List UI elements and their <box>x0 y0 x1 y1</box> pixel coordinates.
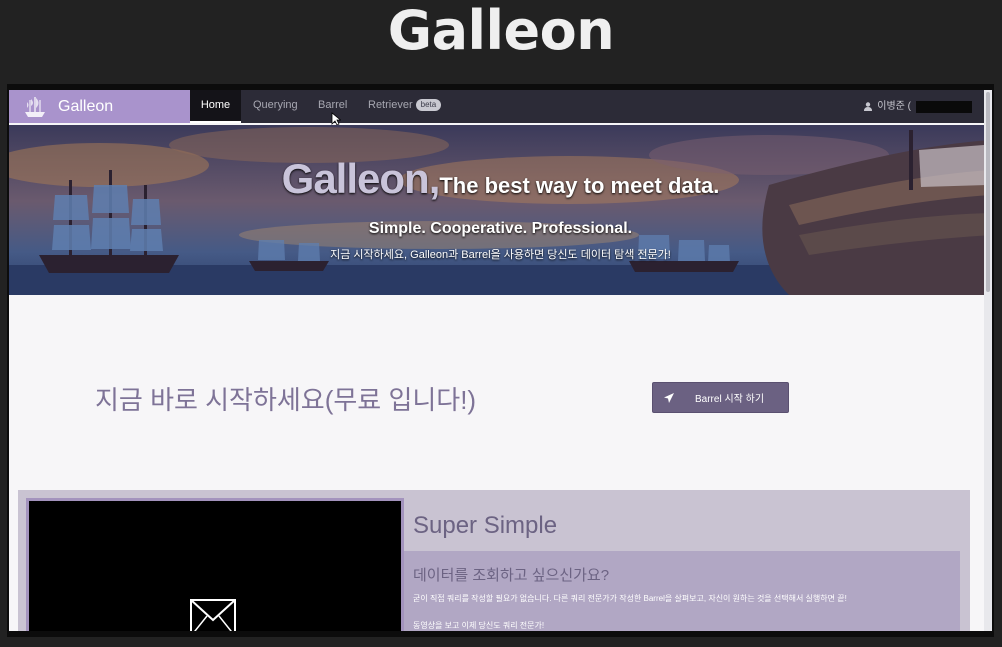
hero-tagline: The best way to meet data. <box>439 173 720 198</box>
nav-retriever[interactable]: Retriever beta <box>368 90 442 123</box>
scrollbar[interactable] <box>984 90 992 631</box>
feature-description: 굳이 직접 쿼리를 작성할 필요가 없습니다. 다른 쿼리 전문가가 작성한 B… <box>413 594 847 603</box>
browser-viewport: Galleon Home Querying Barrel Retriever be… <box>9 90 992 631</box>
start-barrel-button[interactable]: Barrel 시작 하기 <box>652 382 789 413</box>
feature-more-text: 동영상을 보고 이제 당신도 쿼리 전문가! <box>413 621 545 630</box>
feature-section: Super Simple 데이터를 조회하고 싶으신가요? 굳이 직접 쿼리를 … <box>18 490 970 631</box>
cta-heading: 지금 바로 시작하세요(무료 입니다!) <box>95 385 477 415</box>
hero-description: 지금 시작하세요, Galleon과 Barrel을 사용하면 당신도 데이터 … <box>330 249 671 261</box>
user-menu[interactable]: 이병준 ( <box>864 90 972 123</box>
hero-headline: Galleon,The best way to meet data. <box>9 155 992 203</box>
feature-panel: 데이터를 조회하고 싶으신가요? 굳이 직접 쿼리를 작성할 필요가 없습니다.… <box>404 551 960 631</box>
start-barrel-button-label: Barrel 시작 하기 <box>695 394 765 405</box>
nav-querying[interactable]: Querying <box>253 90 298 123</box>
galleon-ship-logo-icon <box>25 96 45 117</box>
video-placeholder-icon <box>190 599 236 631</box>
top-navbar: Galleon Home Querying Barrel Retriever be… <box>9 90 992 126</box>
nav-home[interactable]: Home <box>190 90 241 123</box>
slide-title: Galleon <box>387 0 615 62</box>
video-player[interactable] <box>26 498 404 631</box>
screen-frame: Galleon Home Querying Barrel Retriever be… <box>7 84 994 637</box>
rocket-icon <box>664 392 674 403</box>
mouse-cursor-icon <box>331 112 341 126</box>
nav-retriever-label: Retriever <box>368 99 413 111</box>
user-icon <box>864 102 873 111</box>
brand[interactable]: Galleon <box>9 90 190 123</box>
scrollbar-thumb[interactable] <box>986 92 990 292</box>
feature-question: 데이터를 조회하고 싶으신가요? <box>413 567 610 584</box>
hero-banner: Galleon,The best way to meet data. Simpl… <box>9 125 992 295</box>
feature-title: Super Simple <box>413 512 558 539</box>
brand-name: Galleon <box>58 97 114 115</box>
hero-subtitle: Simple. Cooperative. Professional. <box>368 220 633 237</box>
user-name: 이병준 ( <box>877 101 911 112</box>
redacted-user-id <box>916 100 972 113</box>
hero-ships-illustration <box>9 125 992 295</box>
beta-badge: beta <box>415 99 442 111</box>
hero-brand-word: Galleon, <box>281 155 441 202</box>
